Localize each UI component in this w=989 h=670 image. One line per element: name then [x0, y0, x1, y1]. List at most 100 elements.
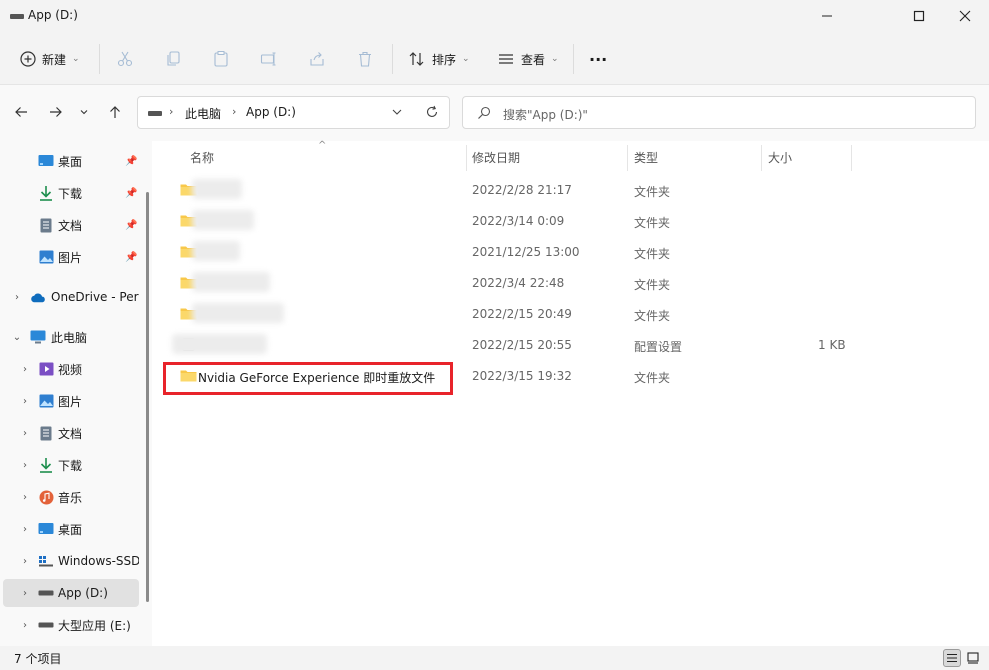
chevron-right-icon[interactable]: › [19, 428, 31, 439]
close-button[interactable] [942, 0, 988, 32]
chevron-down-icon[interactable]: ⌄ [11, 332, 23, 343]
minimize-button[interactable] [804, 0, 850, 32]
sidebar-item-documents-pinned[interactable]: 文档 📌 [3, 211, 139, 239]
sidebar-item-large-apps-e[interactable]: › 大型应用 (E:) [3, 611, 139, 639]
column-divider[interactable] [466, 145, 467, 171]
sidebar-item-downloads-pinned[interactable]: 下载 📌 [3, 179, 139, 207]
file-modified: 2022/3/15 19:32 [472, 369, 572, 383]
sidebar-item-label: 文档 [58, 426, 83, 441]
search-input[interactable]: 搜索"App (D:)" [503, 106, 588, 123]
column-divider[interactable] [851, 145, 852, 171]
redacted-filename [192, 241, 240, 261]
pin-icon[interactable]: 📌 [125, 156, 137, 167]
toolbar-divider [573, 44, 574, 74]
sidebar-item-videos[interactable]: › 视频 [3, 355, 139, 383]
search-icon [477, 106, 491, 123]
chevron-right-icon[interactable]: › [19, 364, 31, 375]
sidebar-item-onedrive[interactable]: › OneDrive - Pers [3, 283, 139, 311]
column-header-name[interactable]: 名称 [190, 149, 214, 166]
column-header-type[interactable]: 类型 [634, 149, 658, 166]
file-modified: 2022/3/14 0:09 [472, 214, 565, 228]
copy-icon [167, 51, 180, 66]
sidebar-item-downloads[interactable]: › 下载 [3, 451, 139, 479]
more-options-button[interactable]: ··· [589, 46, 607, 72]
table-row[interactable]: 2022/2/28 21:17 文件夹 [162, 175, 982, 205]
sidebar-item-documents[interactable]: › 文档 [3, 419, 139, 447]
back-button[interactable] [10, 101, 32, 123]
sidebar-scrollbar[interactable] [146, 192, 149, 602]
windows-drive-icon [38, 553, 54, 569]
thumbnail-view-button[interactable] [964, 649, 982, 667]
redacted-filename [172, 334, 267, 354]
table-row[interactable]: 2021/12/25 13:00 文件夹 [162, 237, 982, 267]
sidebar-item-app-d[interactable]: › App (D:) [3, 579, 139, 607]
chevron-right-icon[interactable]: › [19, 460, 31, 471]
search-box[interactable]: 搜索"App (D:)" [462, 96, 976, 129]
column-divider[interactable] [627, 145, 628, 171]
breadcrumb-app-d[interactable]: App (D:) [246, 105, 296, 119]
refresh-button[interactable] [425, 105, 439, 122]
sort-button[interactable]: 排序 ⌄ [408, 46, 470, 72]
column-header-modified[interactable]: 修改日期 [472, 149, 520, 166]
chevron-right-icon[interactable]: › [19, 524, 31, 535]
sidebar-item-pictures-pinned[interactable]: 图片 📌 [3, 243, 139, 271]
redacted-filename [192, 303, 284, 323]
delete-button[interactable] [356, 46, 374, 72]
sidebar-item-desktop-pinned[interactable]: 桌面 📌 [3, 147, 139, 175]
chevron-right-icon[interactable]: › [19, 588, 31, 599]
trash-icon [359, 51, 371, 67]
sidebar-item-windows-ssd[interactable]: › Windows-SSD [3, 547, 139, 575]
file-modified: 2021/12/25 13:00 [472, 245, 580, 259]
chevron-right-icon[interactable]: › [19, 620, 31, 631]
address-dropdown-button[interactable] [391, 106, 403, 121]
column-divider[interactable] [761, 145, 762, 171]
table-row[interactable]: 2022/3/14 0:09 文件夹 [162, 206, 982, 236]
pin-icon[interactable]: 📌 [125, 252, 137, 263]
new-label: 新建 [42, 52, 67, 67]
sidebar-item-label: 此电脑 [51, 330, 88, 345]
sidebar-item-this-pc[interactable]: ⌄ 此电脑 [3, 323, 139, 351]
breadcrumb-this-pc[interactable]: 此电脑 [185, 105, 221, 122]
window-title: App (D:) [28, 8, 78, 22]
pin-icon[interactable]: 📌 [125, 220, 137, 231]
new-button[interactable]: 新建 ⌄ [20, 46, 80, 72]
sidebar-item-label: 视频 [58, 362, 83, 377]
cut-button[interactable] [116, 46, 134, 72]
navigation-bar: › 此电脑 › App (D:) 搜索"App (D:)" [0, 85, 989, 141]
forward-button[interactable] [45, 101, 67, 123]
status-bar: 7 个项目 [0, 646, 989, 670]
table-row[interactable]: 2022/2/15 20:49 文件夹 [162, 299, 982, 329]
file-type: 文件夹 [634, 371, 671, 385]
sidebar-item-label: 桌面 [58, 522, 83, 537]
chevron-right-icon[interactable]: › [19, 492, 31, 503]
sort-ascending-icon: ^ [318, 140, 327, 151]
address-bar[interactable]: › 此电脑 › App (D:) [137, 96, 450, 129]
file-size: 1 KB [818, 338, 846, 352]
table-row[interactable]: 2022/3/4 22:48 文件夹 [162, 268, 982, 298]
view-label: 查看 [521, 52, 546, 67]
sidebar-item-desktop[interactable]: › 桌面 [3, 515, 139, 543]
share-button[interactable] [308, 46, 326, 72]
chevron-right-icon[interactable]: › [11, 292, 23, 303]
details-view-button[interactable] [943, 649, 961, 667]
sidebar-item-music[interactable]: › 音乐 [3, 483, 139, 511]
pin-icon[interactable]: 📌 [125, 188, 137, 199]
paste-icon [214, 51, 228, 67]
recent-locations-button[interactable] [76, 101, 92, 123]
copy-button[interactable] [164, 46, 182, 72]
up-button[interactable] [104, 101, 126, 123]
column-header-size[interactable]: 大小 [768, 149, 792, 166]
file-type: 配置设置 [634, 340, 683, 354]
chevron-right-icon[interactable]: › [19, 396, 31, 407]
desktop-icon [38, 521, 54, 537]
paste-button[interactable] [212, 46, 230, 72]
table-row[interactable]: 2022/2/15 20:55 配置设置 1 KB [162, 330, 982, 360]
sidebar-item-pictures[interactable]: › 图片 [3, 387, 139, 415]
file-modified: 2022/2/15 20:49 [472, 307, 572, 321]
view-button[interactable]: 查看 ⌄ [497, 46, 559, 72]
rename-button[interactable] [260, 46, 278, 72]
arrow-right-icon [50, 107, 62, 117]
chevron-right-icon[interactable]: › [19, 556, 31, 567]
maximize-button[interactable] [896, 0, 942, 32]
maximize-icon [913, 10, 925, 22]
